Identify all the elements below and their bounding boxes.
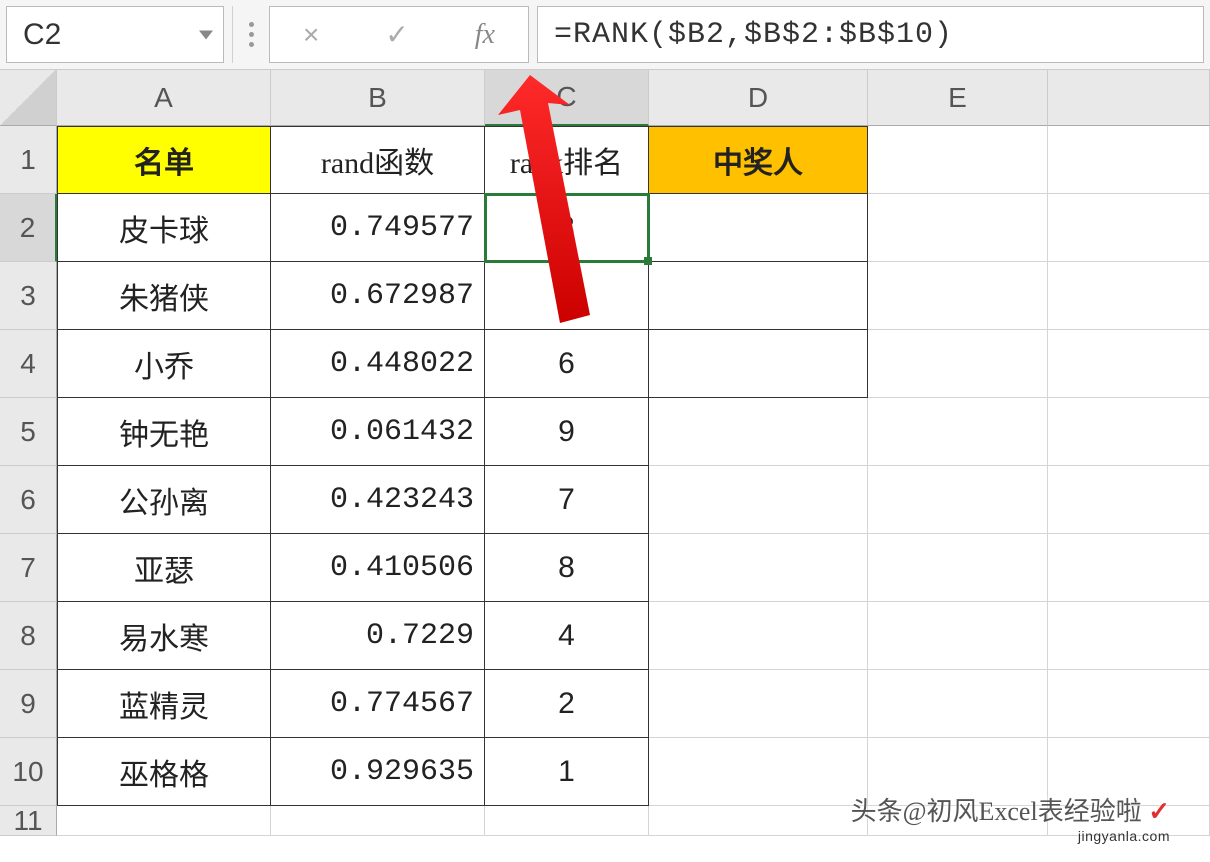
cell-b11[interactable] (271, 806, 485, 836)
row-head-11[interactable]: 11 (0, 806, 57, 836)
row-head-9[interactable]: 9 (0, 670, 57, 738)
row-head-10[interactable]: 10 (0, 738, 57, 806)
formula-input[interactable]: =RANK($B2,$B$2:$B$10) (537, 6, 1204, 63)
cancel-formula-button[interactable]: × (291, 19, 331, 51)
row-head-3[interactable]: 3 (0, 262, 57, 330)
check-icon: ✓ (1148, 797, 1170, 826)
cell-a4[interactable]: 小乔 (57, 330, 271, 398)
cell-c11[interactable] (485, 806, 649, 836)
cell-c5[interactable]: 9 (485, 398, 649, 466)
cell-f9[interactable] (1048, 670, 1210, 738)
cell-e3[interactable] (868, 262, 1048, 330)
accept-formula-button[interactable]: ✓ (373, 18, 420, 51)
cell-b6[interactable]: 0.423243 (271, 466, 485, 534)
watermark-url: jingyanla.com (851, 828, 1170, 844)
cell-b4[interactable]: 0.448022 (271, 330, 485, 398)
cell-a2[interactable]: 皮卡球 (57, 194, 271, 262)
cell-c8[interactable]: 4 (485, 602, 649, 670)
row-head-7[interactable]: 7 (0, 534, 57, 602)
formula-bar: C2 × ✓ fx =RANK($B2,$B$2:$B$10) (0, 0, 1210, 70)
cell-f3[interactable] (1048, 262, 1210, 330)
cell-d11[interactable] (649, 806, 868, 836)
cell-e1[interactable] (868, 126, 1048, 194)
cell-c9[interactable]: 2 (485, 670, 649, 738)
cell-b9[interactable]: 0.774567 (271, 670, 485, 738)
cell-d10[interactable] (649, 738, 868, 806)
cell-f4[interactable] (1048, 330, 1210, 398)
cell-a5[interactable]: 钟无艳 (57, 398, 271, 466)
cell-e9[interactable] (868, 670, 1048, 738)
cell-f8[interactable] (1048, 602, 1210, 670)
cell-c7[interactable]: 8 (485, 534, 649, 602)
cell-e8[interactable] (868, 602, 1048, 670)
cell-a11[interactable] (57, 806, 271, 836)
col-head-e[interactable]: E (868, 70, 1048, 126)
cell-b5[interactable]: 0.061432 (271, 398, 485, 466)
cell-f5[interactable] (1048, 398, 1210, 466)
cell-f2[interactable] (1048, 194, 1210, 262)
name-box-value: C2 (23, 18, 61, 52)
row-head-2[interactable]: 2 (0, 194, 57, 262)
cell-a3[interactable]: 朱猪侠 (57, 262, 271, 330)
separator (232, 6, 233, 63)
name-box[interactable]: C2 (6, 6, 224, 63)
cell-b7[interactable]: 0.410506 (271, 534, 485, 602)
cell-a10[interactable]: 巫格格 (57, 738, 271, 806)
formula-text: =RANK($B2,$B$2:$B$10) (554, 18, 953, 52)
row-head-4[interactable]: 4 (0, 330, 57, 398)
row-head-8[interactable]: 8 (0, 602, 57, 670)
chevron-down-icon[interactable] (199, 30, 213, 39)
cell-b1[interactable]: rand函数 (271, 126, 485, 194)
cell-c10[interactable]: 1 (485, 738, 649, 806)
cell-c2[interactable]: 3 (485, 194, 649, 262)
cell-e7[interactable] (868, 534, 1048, 602)
cell-d9[interactable] (649, 670, 868, 738)
cell-d2[interactable] (649, 194, 868, 262)
cell-b8[interactable]: 0.7229 (271, 602, 485, 670)
col-head-c[interactable]: C (485, 70, 649, 126)
cell-f1[interactable] (1048, 126, 1210, 194)
cell-e5[interactable] (868, 398, 1048, 466)
row-head-1[interactable]: 1 (0, 126, 57, 194)
col-head-d[interactable]: D (649, 70, 868, 126)
row-head-6[interactable]: 6 (0, 466, 57, 534)
cell-d4[interactable] (649, 330, 868, 398)
cell-b10[interactable]: 0.929635 (271, 738, 485, 806)
cell-e6[interactable] (868, 466, 1048, 534)
row-head-5[interactable]: 5 (0, 398, 57, 466)
cell-b3[interactable]: 0.672987 (271, 262, 485, 330)
cell-d7[interactable] (649, 534, 868, 602)
cell-a1[interactable]: 名单 (57, 126, 271, 194)
cell-a9[interactable]: 蓝精灵 (57, 670, 271, 738)
cell-c4[interactable]: 6 (485, 330, 649, 398)
insert-function-button[interactable]: fx (463, 19, 507, 51)
cell-d5[interactable] (649, 398, 868, 466)
drag-handle-icon[interactable] (241, 6, 261, 63)
fill-handle[interactable] (644, 257, 652, 265)
col-head-b[interactable]: B (271, 70, 485, 126)
select-all-corner[interactable] (0, 70, 57, 126)
col-head-blank[interactable] (1048, 70, 1210, 126)
cell-e4[interactable] (868, 330, 1048, 398)
cell-a8[interactable]: 易水寒 (57, 602, 271, 670)
cell-d8[interactable] (649, 602, 868, 670)
col-head-a[interactable]: A (57, 70, 271, 126)
cell-e2[interactable] (868, 194, 1048, 262)
cell-b2[interactable]: 0.749577 (271, 194, 485, 262)
cell-c1[interactable]: rank排名 (485, 126, 649, 194)
watermark-text: 头条@初风Excel表经验啦 (851, 797, 1142, 826)
watermark: 头条@初风Excel表经验啦 ✓ jingyanla.com (851, 791, 1170, 844)
spreadsheet-grid[interactable]: A B C D E 1 名单 rand函数 rank排名 中奖人 2 皮卡球 0… (0, 70, 1210, 836)
cell-d6[interactable] (649, 466, 868, 534)
cell-d3[interactable] (649, 262, 868, 330)
formula-controls: × ✓ fx (269, 6, 529, 63)
cell-f6[interactable] (1048, 466, 1210, 534)
cell-f7[interactable] (1048, 534, 1210, 602)
cell-a7[interactable]: 亚瑟 (57, 534, 271, 602)
cell-c6[interactable]: 7 (485, 466, 649, 534)
cell-d1[interactable]: 中奖人 (649, 126, 868, 194)
cell-c3[interactable]: 5 (485, 262, 649, 330)
cell-a6[interactable]: 公孙离 (57, 466, 271, 534)
